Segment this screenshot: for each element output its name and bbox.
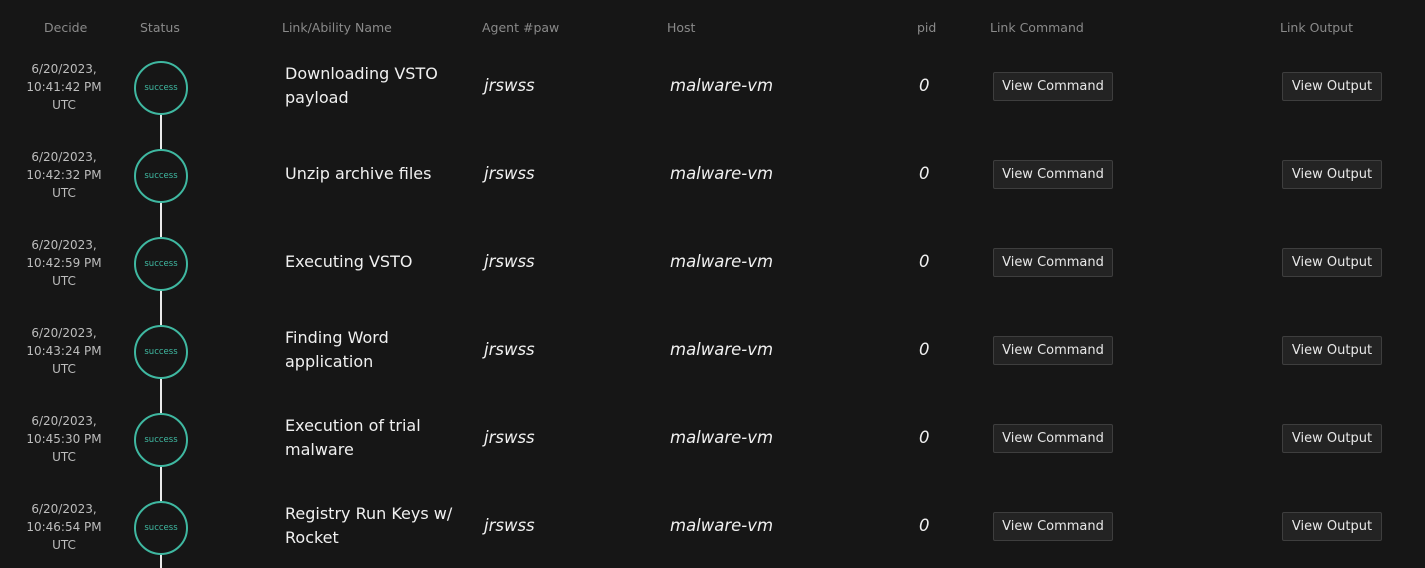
table-row: 6/20/2023, 10:45:30 PM UTC success Execu… (0, 406, 1425, 494)
view-command-button[interactable]: View Command (993, 248, 1113, 277)
host-name: malware-vm (670, 252, 774, 271)
host-name: malware-vm (670, 428, 774, 447)
decide-timestamp: 6/20/2023, 10:41:42 PM UTC (26, 62, 102, 112)
pid-value: 0 (919, 428, 930, 447)
operation-links-table: Decide Status Link/Ability Name Agent #p… (0, 0, 1425, 568)
view-output-button[interactable]: View Output (1282, 424, 1382, 453)
view-command-button[interactable]: View Command (993, 160, 1113, 189)
status-success-badge: success (134, 61, 188, 115)
agent-paw: jrswss (484, 76, 535, 95)
host-name: malware-vm (670, 340, 774, 359)
status-success-badge: success (134, 237, 188, 291)
column-header-host: Host (667, 20, 696, 35)
ability-name: Unzip archive files (285, 164, 432, 183)
view-command-button[interactable]: View Command (993, 336, 1113, 365)
agent-paw: jrswss (484, 516, 535, 535)
decide-timestamp: 6/20/2023, 10:45:30 PM UTC (26, 414, 102, 464)
decide-timestamp: 6/20/2023, 10:42:59 PM UTC (26, 238, 102, 288)
ability-name: Executing VSTO (285, 252, 413, 271)
table-row: 6/20/2023, 10:41:42 PM UTC success Downl… (0, 54, 1425, 142)
agent-paw: jrswss (484, 340, 535, 359)
pid-value: 0 (919, 164, 930, 183)
table-row: 6/20/2023, 10:42:32 PM UTC success Unzip… (0, 142, 1425, 230)
column-header-pid: pid (917, 20, 937, 35)
ability-name: Downloading VSTO payload (285, 64, 438, 107)
agent-paw: jrswss (484, 164, 535, 183)
host-name: malware-vm (670, 76, 774, 95)
column-header-agent: Agent #paw (482, 20, 560, 35)
view-output-button[interactable]: View Output (1282, 512, 1382, 541)
ability-name: Registry Run Keys w/ Rocket (285, 504, 453, 547)
ability-name: Finding Word application (285, 328, 389, 371)
pid-value: 0 (919, 252, 930, 271)
decide-timestamp: 6/20/2023, 10:43:24 PM UTC (26, 326, 102, 376)
pid-value: 0 (919, 76, 930, 95)
column-header-output: Link Output (1280, 20, 1353, 35)
pid-value: 0 (919, 516, 930, 535)
column-header-status: Status (140, 20, 180, 35)
agent-paw: jrswss (484, 252, 535, 271)
status-success-badge: success (134, 325, 188, 379)
view-command-button[interactable]: View Command (993, 512, 1113, 541)
host-name: malware-vm (670, 516, 774, 535)
column-header-command: Link Command (990, 20, 1084, 35)
view-output-button[interactable]: View Output (1282, 160, 1382, 189)
view-command-button[interactable]: View Command (993, 72, 1113, 101)
status-success-badge: success (134, 501, 188, 555)
table-row: 6/20/2023, 10:43:24 PM UTC success Findi… (0, 318, 1425, 406)
decide-timestamp: 6/20/2023, 10:42:32 PM UTC (26, 150, 102, 200)
status-success-badge: success (134, 413, 188, 467)
decide-timestamp: 6/20/2023, 10:46:54 PM UTC (26, 502, 102, 552)
host-name: malware-vm (670, 164, 774, 183)
table-row: 6/20/2023, 10:46:54 PM UTC success Regis… (0, 494, 1425, 568)
view-output-button[interactable]: View Output (1282, 336, 1382, 365)
column-header-decide: Decide (44, 20, 88, 35)
table-row: 6/20/2023, 10:42:59 PM UTC success Execu… (0, 230, 1425, 318)
view-output-button[interactable]: View Output (1282, 248, 1382, 277)
pid-value: 0 (919, 340, 930, 359)
ability-name: Execution of trial malware (285, 416, 421, 459)
view-output-button[interactable]: View Output (1282, 72, 1382, 101)
column-header-ability: Link/Ability Name (282, 20, 392, 35)
view-command-button[interactable]: View Command (993, 424, 1113, 453)
status-success-badge: success (134, 149, 188, 203)
agent-paw: jrswss (484, 428, 535, 447)
